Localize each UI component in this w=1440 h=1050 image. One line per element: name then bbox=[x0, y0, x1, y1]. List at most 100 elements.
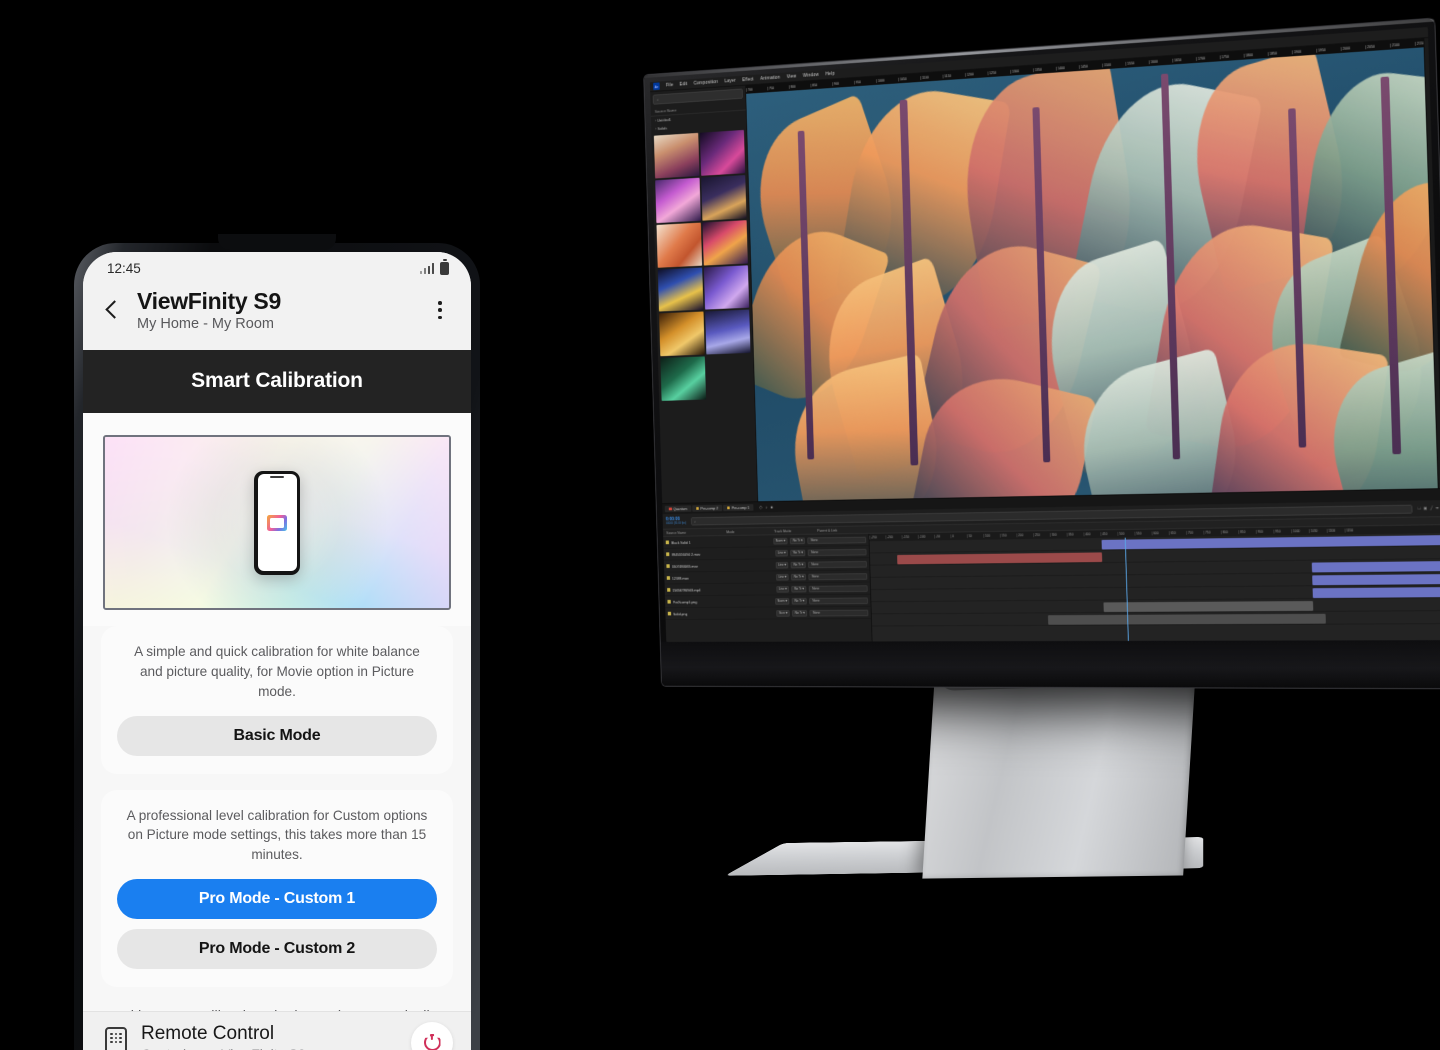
kebab-menu-icon[interactable] bbox=[429, 301, 451, 320]
tab-label: Pre-comp 1 bbox=[731, 505, 750, 511]
ruler-tick: 850 bbox=[810, 81, 833, 88]
timeline-ruler-tick: 250 bbox=[1033, 532, 1050, 538]
graph-editor-icon[interactable]: ╱ bbox=[1430, 505, 1433, 511]
menu-window[interactable]: Window bbox=[803, 72, 819, 79]
menu-composition[interactable]: Composition bbox=[694, 79, 719, 86]
basic-mode-button[interactable]: Basic Mode bbox=[117, 715, 437, 756]
layer-mode-select[interactable]: Scre ▾ bbox=[776, 609, 791, 617]
phone-status-bar: 12:45 bbox=[83, 252, 471, 284]
layer-mode-select[interactable]: Line ▾ bbox=[776, 585, 790, 593]
ruler-tick: 1850 bbox=[1267, 49, 1292, 56]
menu-effect[interactable]: Effect bbox=[742, 77, 754, 83]
timeline-ruler-tick: 1050 bbox=[1308, 528, 1327, 534]
layer-track-matte-select[interactable]: No Tr ▾ bbox=[790, 561, 806, 568]
timeline-ruler-tick: 500 bbox=[1117, 531, 1135, 536]
tab-precomp-2[interactable]: Pre-comp 2 bbox=[691, 504, 723, 512]
layer-parent-select[interactable]: None bbox=[809, 597, 869, 604]
timeline-ruler-tick: 850 bbox=[1238, 529, 1256, 535]
layer-color-swatch bbox=[666, 576, 670, 580]
layer-color-swatch bbox=[667, 588, 671, 592]
ruler-tick: 1350 bbox=[1032, 66, 1056, 72]
tab-quantum[interactable]: Quantum bbox=[664, 505, 692, 513]
project-thumbnail[interactable] bbox=[704, 309, 751, 355]
pro-mode-custom-2-button[interactable]: Pro Mode - Custom 2 bbox=[117, 928, 437, 969]
bezel-bottom bbox=[660, 640, 1440, 689]
layer-parent-select[interactable]: None bbox=[807, 536, 867, 544]
menu-file[interactable]: File bbox=[666, 82, 673, 88]
timeline-clip[interactable] bbox=[1311, 560, 1440, 572]
page-subtitle: My Home - My Room bbox=[137, 316, 274, 333]
timeline-graph[interactable]: -250 -200 -150 -100 -50 0 50 100 150 200 250 300 350… bbox=[869, 525, 1440, 642]
timeline-ruler-tick: 950 bbox=[1273, 529, 1292, 534]
layer-name: Solid.png bbox=[673, 611, 688, 616]
header-text-block: ViewFinity S9 My Home - My Room bbox=[137, 288, 415, 332]
project-thumbnail[interactable] bbox=[703, 264, 750, 310]
tab-precomp-1[interactable]: Pre-comp 1 bbox=[722, 504, 754, 512]
lock-icon[interactable]: ■ bbox=[771, 504, 773, 510]
project-thumbnail[interactable] bbox=[653, 132, 700, 179]
project-thumbnail[interactable] bbox=[659, 311, 705, 357]
project-thumbnail[interactable] bbox=[660, 356, 706, 402]
layer-track-matte-select[interactable]: No Tr ▾ bbox=[791, 573, 807, 580]
layer-parent-select[interactable]: None bbox=[808, 584, 868, 592]
timeline-clip[interactable] bbox=[1312, 586, 1440, 598]
power-button[interactable] bbox=[411, 1021, 453, 1050]
menu-animation[interactable]: Animation bbox=[760, 75, 780, 82]
project-thumbnail[interactable] bbox=[700, 174, 747, 221]
layer-mode-select[interactable]: Norm ▾ bbox=[773, 537, 788, 545]
audio-icon[interactable]: ♪ bbox=[765, 504, 767, 510]
project-thumbnail[interactable] bbox=[655, 177, 701, 223]
tag-icon[interactable]: ◇ bbox=[759, 504, 762, 510]
motion-blur-icon[interactable]: ▣ bbox=[1423, 505, 1427, 511]
layer-track-matte-select[interactable]: No Tr ▾ bbox=[790, 549, 806, 556]
ruler-tick: 700 bbox=[745, 86, 768, 92]
timeline-clip[interactable] bbox=[896, 551, 1103, 564]
timeline-clip[interactable] bbox=[1047, 613, 1326, 625]
ruler-tick: 2100 bbox=[1389, 41, 1415, 48]
layer-parent-select[interactable]: None bbox=[809, 609, 869, 617]
layer-track-matte-select[interactable]: No Tr ▾ bbox=[791, 585, 807, 593]
pro-mode-custom-1-button[interactable]: Pro Mode - Custom 1 bbox=[117, 878, 437, 919]
timeline-clip[interactable] bbox=[1103, 600, 1314, 612]
layer-name: PreXcomp1.png bbox=[672, 599, 698, 604]
remote-control-icon bbox=[105, 1026, 127, 1050]
layer-track-matte-select[interactable]: No Tr ▾ bbox=[792, 609, 808, 617]
project-thumbnail[interactable] bbox=[699, 129, 746, 176]
layer-mode-select[interactable]: Norm ▾ bbox=[774, 597, 790, 605]
layer-mode-select[interactable]: Line ▾ bbox=[775, 573, 789, 581]
menu-layer[interactable]: Layer bbox=[725, 78, 736, 84]
project-thumbnail[interactable] bbox=[702, 219, 748, 266]
layer-color-swatch bbox=[667, 600, 671, 604]
remote-text-block: Remote Control Control your ViewFinity S… bbox=[141, 1023, 397, 1050]
remote-control-bar[interactable]: Remote Control Control your ViewFinity S… bbox=[83, 1011, 471, 1050]
ruler-tick: 1300 bbox=[1010, 67, 1034, 74]
menu-view[interactable]: View bbox=[787, 74, 797, 80]
layer-parent-select[interactable]: None bbox=[808, 560, 867, 568]
layer-track-matte-select[interactable]: No Tr ▾ bbox=[790, 537, 805, 544]
menu-edit[interactable]: Edit bbox=[680, 81, 688, 87]
layer-mode-select[interactable]: Line ▾ bbox=[775, 549, 789, 557]
layer-parent-select[interactable]: None bbox=[807, 548, 867, 556]
layer-mode-select[interactable]: Line ▾ bbox=[775, 561, 789, 569]
timeline-ruler-tick: 300 bbox=[1049, 532, 1067, 537]
timeline-ruler-tick: 350 bbox=[1066, 532, 1084, 537]
layer-track-matte-select[interactable]: No Tr ▾ bbox=[791, 597, 807, 605]
timecode-display[interactable]: 0:00:00 00000 (30.00 fps) bbox=[666, 516, 686, 525]
remote-title: Remote Control bbox=[141, 1023, 275, 1045]
frame-blend-icon[interactable]: □ bbox=[1418, 506, 1421, 512]
layer-parent-select[interactable]: None bbox=[808, 572, 868, 580]
shy-icon[interactable]: ➥ bbox=[1436, 505, 1440, 511]
project-thumbnail[interactable] bbox=[656, 222, 702, 268]
ruler-tick: 1250 bbox=[987, 69, 1011, 75]
project-thumbnail[interactable] bbox=[657, 267, 704, 312]
timeline-layer-row[interactable]: Solid.png Scre ▾ No Tr ▾ None bbox=[665, 606, 872, 621]
menu-help[interactable]: Help bbox=[825, 71, 834, 77]
smartphone-device: 12:45 ViewFinity S9 My Home - My Room Sm… bbox=[74, 234, 480, 1050]
project-panel: ⌕ Source Name Untitled1 Solids bbox=[650, 85, 759, 504]
battery-icon bbox=[440, 259, 449, 275]
timeline-layer-list: Black Solid 1 Norm ▾ No Tr ▾ None 9945316056… bbox=[663, 533, 873, 642]
timeline-right-icons: □ ▣ ╱ ➥ bbox=[1418, 505, 1440, 511]
remote-subtitle: Control your ViewFinity S9 bbox=[141, 1046, 397, 1050]
back-chevron-icon[interactable] bbox=[101, 299, 123, 321]
timeline-clip[interactable] bbox=[1312, 573, 1440, 585]
